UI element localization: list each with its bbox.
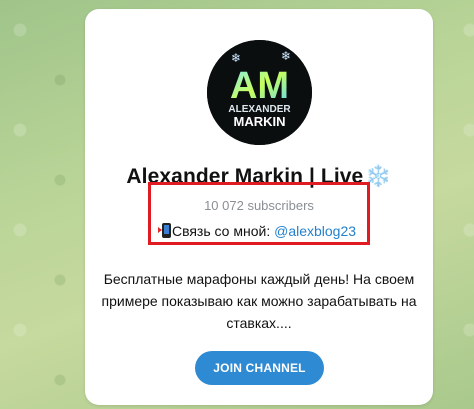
avatar-image: AM ALEXANDER MARKIN ❄ ❄ <box>207 40 312 145</box>
join-channel-button[interactable]: JOIN CHANNEL <box>195 351 324 385</box>
svg-text:❄: ❄ <box>231 51 241 65</box>
contact-label: Связь со мной: <box>171 223 275 239</box>
channel-description: Бесплатные марафоны каждый день! На свое… <box>101 271 417 331</box>
svg-text:❄: ❄ <box>281 49 291 63</box>
avatar-text-line2: MARKIN <box>234 114 286 129</box>
avatar-monogram: AM <box>230 65 289 107</box>
subscriber-count: 10 072 subscribers <box>204 198 314 213</box>
channel-preview-card: AM ALEXANDER MARKIN ❄ ❄ Alexander Markin… <box>85 9 433 405</box>
phone-arrow-icon <box>157 223 171 238</box>
contact-handle-link[interactable]: @alexblog23 <box>274 223 356 239</box>
channel-avatar: AM ALEXANDER MARKIN ❄ ❄ <box>207 40 312 145</box>
contact-line: Связь со мной: @alexblog23 <box>85 223 433 239</box>
